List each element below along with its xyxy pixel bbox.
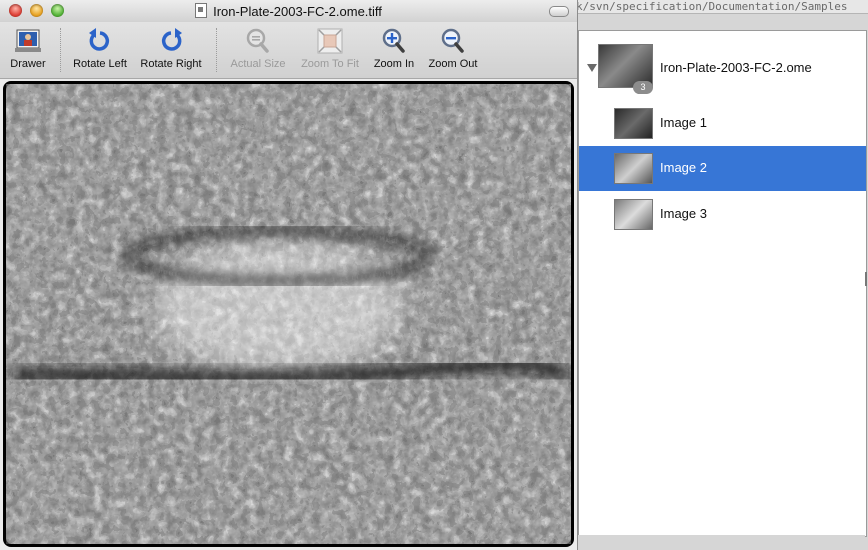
zoom-out-icon xyxy=(441,28,464,53)
preview-window: Iron-Plate-2003-FC-2.ome.tiff Drawer Rot… xyxy=(0,0,578,550)
window-title-wrap: Iron-Plate-2003-FC-2.ome.tiff xyxy=(0,3,577,19)
drawer-resize-handle[interactable] xyxy=(865,272,867,286)
toolbar-toggle-button[interactable] xyxy=(549,6,569,17)
actual-size-button[interactable]: Actual Size xyxy=(227,26,289,70)
image-label: Image 1 xyxy=(660,115,707,130)
zoom-in-button[interactable]: Zoom In xyxy=(370,26,418,70)
zoom-out-label: Zoom Out xyxy=(428,58,478,70)
zoom-out-button[interactable]: Zoom Out xyxy=(424,26,482,70)
document-icon[interactable] xyxy=(195,3,208,18)
drawer-label: Drawer xyxy=(10,58,46,70)
zoom-to-fit-icon xyxy=(317,28,343,54)
list-item-image-3[interactable]: Image 3 xyxy=(579,192,866,237)
rotate-right-button[interactable]: Rotate Right xyxy=(137,26,205,70)
actual-size-icon xyxy=(246,28,269,53)
image-label: Image 2 xyxy=(660,160,707,175)
image-view[interactable] xyxy=(3,81,574,547)
toolbar-separator xyxy=(216,28,217,72)
list-item-image-2[interactable]: Image 2 xyxy=(579,146,866,191)
zoom-to-fit-label: Zoom To Fit xyxy=(301,58,359,70)
toolbar: Drawer Rotate Left Rotate Right Actual S… xyxy=(0,22,577,79)
actual-size-label: Actual Size xyxy=(230,58,286,70)
image-count-badge: 3 xyxy=(633,81,653,94)
zoom-in-label: Zoom In xyxy=(373,58,415,70)
image-drawer: 3 Iron-Plate-2003-FC-2.ome Image 1 Image… xyxy=(578,30,867,537)
background-window-path: k/svn/specification/Documentation/Sample… xyxy=(560,0,868,14)
image-label: Image 3 xyxy=(660,206,707,221)
drawer-footer xyxy=(578,535,865,550)
rotate-right-icon xyxy=(161,28,182,51)
rotate-left-icon xyxy=(89,28,110,51)
rotate-right-label: Rotate Right xyxy=(140,58,202,70)
disclosure-triangle-icon[interactable] xyxy=(587,64,597,72)
image-thumbnail xyxy=(614,108,653,139)
rotate-left-label: Rotate Left xyxy=(73,58,127,70)
zoom-in-icon xyxy=(382,28,405,53)
title-bar[interactable]: Iron-Plate-2003-FC-2.ome.tiff xyxy=(0,0,577,23)
image-thumbnail xyxy=(614,153,653,184)
rotate-left-button[interactable]: Rotate Left xyxy=(69,26,131,70)
window-title: Iron-Plate-2003-FC-2.ome.tiff xyxy=(213,4,382,19)
drawer-icon xyxy=(15,29,41,52)
list-item-image-1[interactable]: Image 1 xyxy=(579,101,866,146)
toolbar-separator xyxy=(60,28,61,72)
drawer-button[interactable]: Drawer xyxy=(6,26,50,70)
iron-plate-micrograph xyxy=(6,84,571,544)
image-thumbnail xyxy=(614,199,653,230)
file-name-label[interactable]: Iron-Plate-2003-FC-2.ome xyxy=(660,60,812,76)
zoom-to-fit-button[interactable]: Zoom To Fit xyxy=(296,26,364,70)
